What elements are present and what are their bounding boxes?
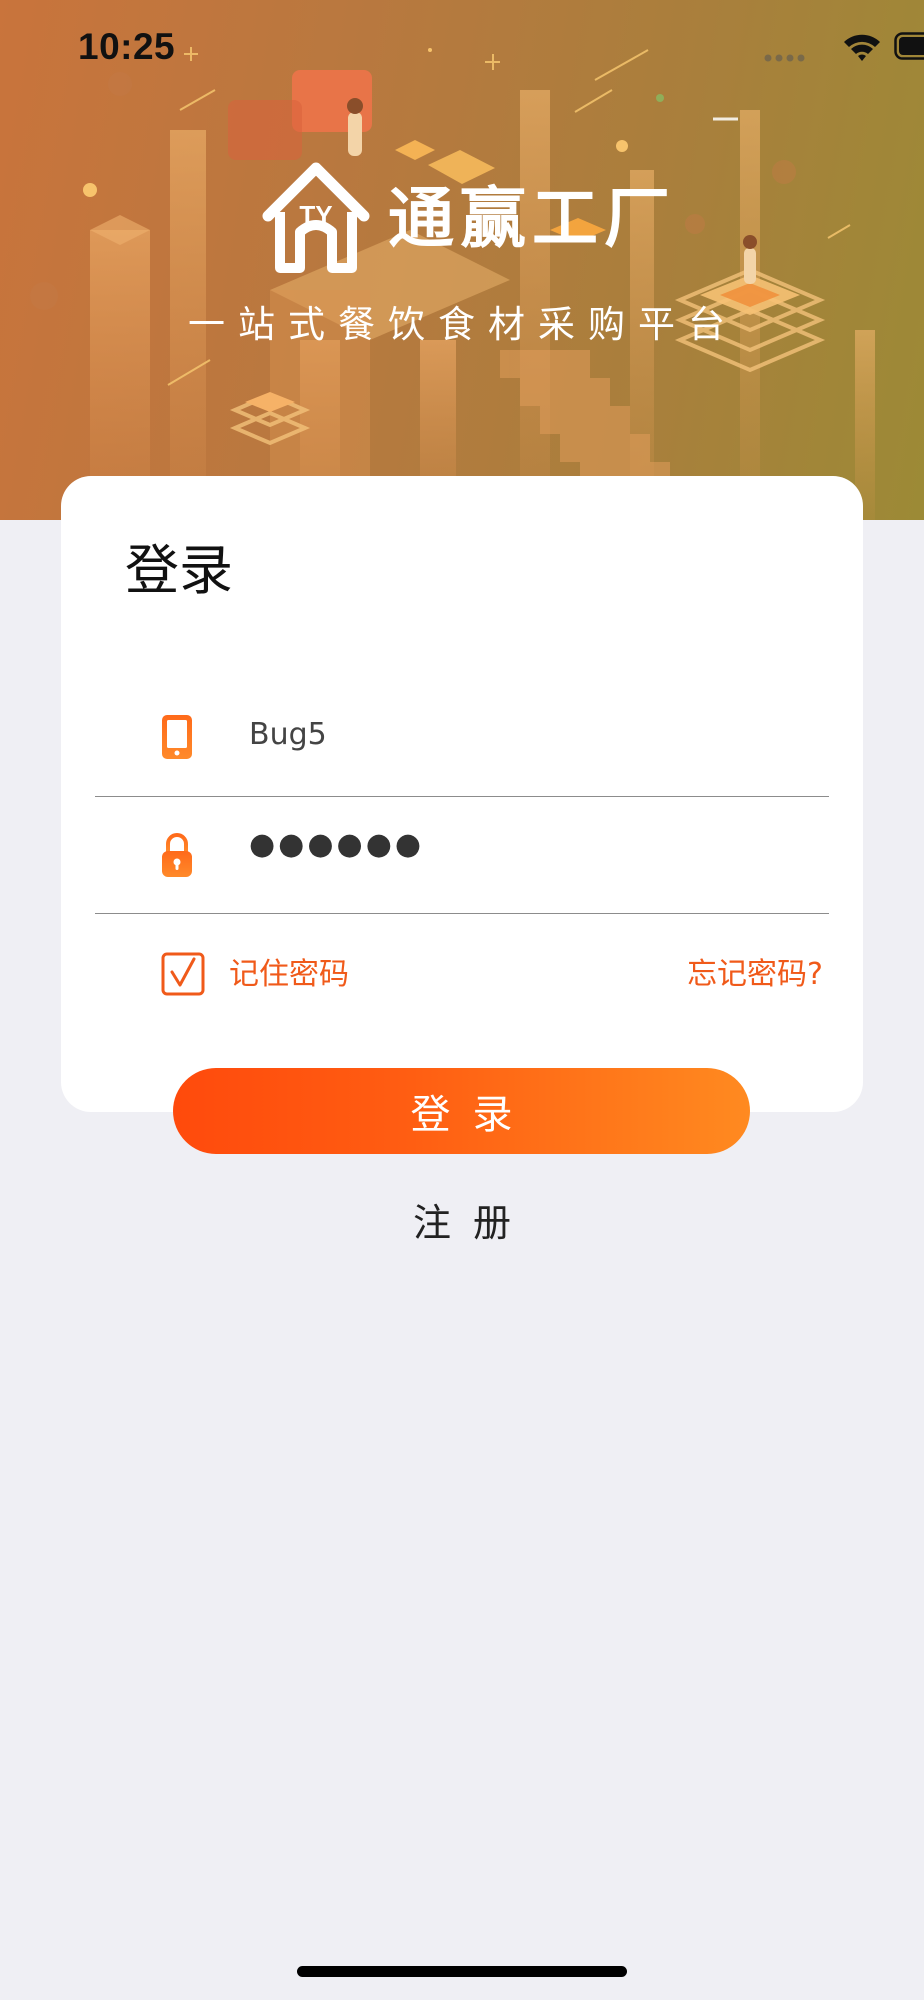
svg-text:TY: TY	[299, 200, 332, 230]
forgot-password-link[interactable]: 忘记密码?	[687, 960, 823, 990]
cellular-signal-icon	[764, 54, 805, 62]
header-banner: 10:25 TY 通赢工厂 一站式餐饮食材采购平台	[0, 0, 924, 520]
phone-icon	[162, 715, 192, 759]
brand-name: 通赢工厂	[388, 180, 676, 257]
username-input[interactable]: Bug5	[249, 720, 327, 750]
status-time: 10:25	[78, 26, 176, 67]
username-divider	[95, 796, 829, 797]
isometric-illustration	[30, 47, 875, 520]
login-button[interactable]: 登录	[173, 1068, 750, 1154]
username-field[interactable]: Bug5	[95, 680, 829, 796]
password-input[interactable]: ●●●●●●	[249, 830, 424, 860]
battery-icon	[894, 32, 924, 60]
wifi-icon	[844, 34, 880, 61]
brand-slogan: 一站式餐饮食材采购平台	[188, 303, 738, 346]
remember-password-label[interactable]: 记住密码	[229, 960, 349, 990]
home-indicator	[297, 1966, 627, 1977]
password-divider	[95, 913, 829, 914]
brand-logo-icon: TY	[262, 162, 370, 273]
password-field[interactable]: ●●●●●●	[95, 798, 829, 914]
checkbox-checked-icon[interactable]	[161, 952, 205, 996]
lock-icon	[162, 833, 192, 877]
login-title: 登录	[125, 539, 233, 602]
register-link[interactable]: 注册	[0, 1204, 924, 1242]
login-card: 登录 Bug5 ●●●●●● 记住密码 忘记密码?	[61, 476, 863, 1112]
